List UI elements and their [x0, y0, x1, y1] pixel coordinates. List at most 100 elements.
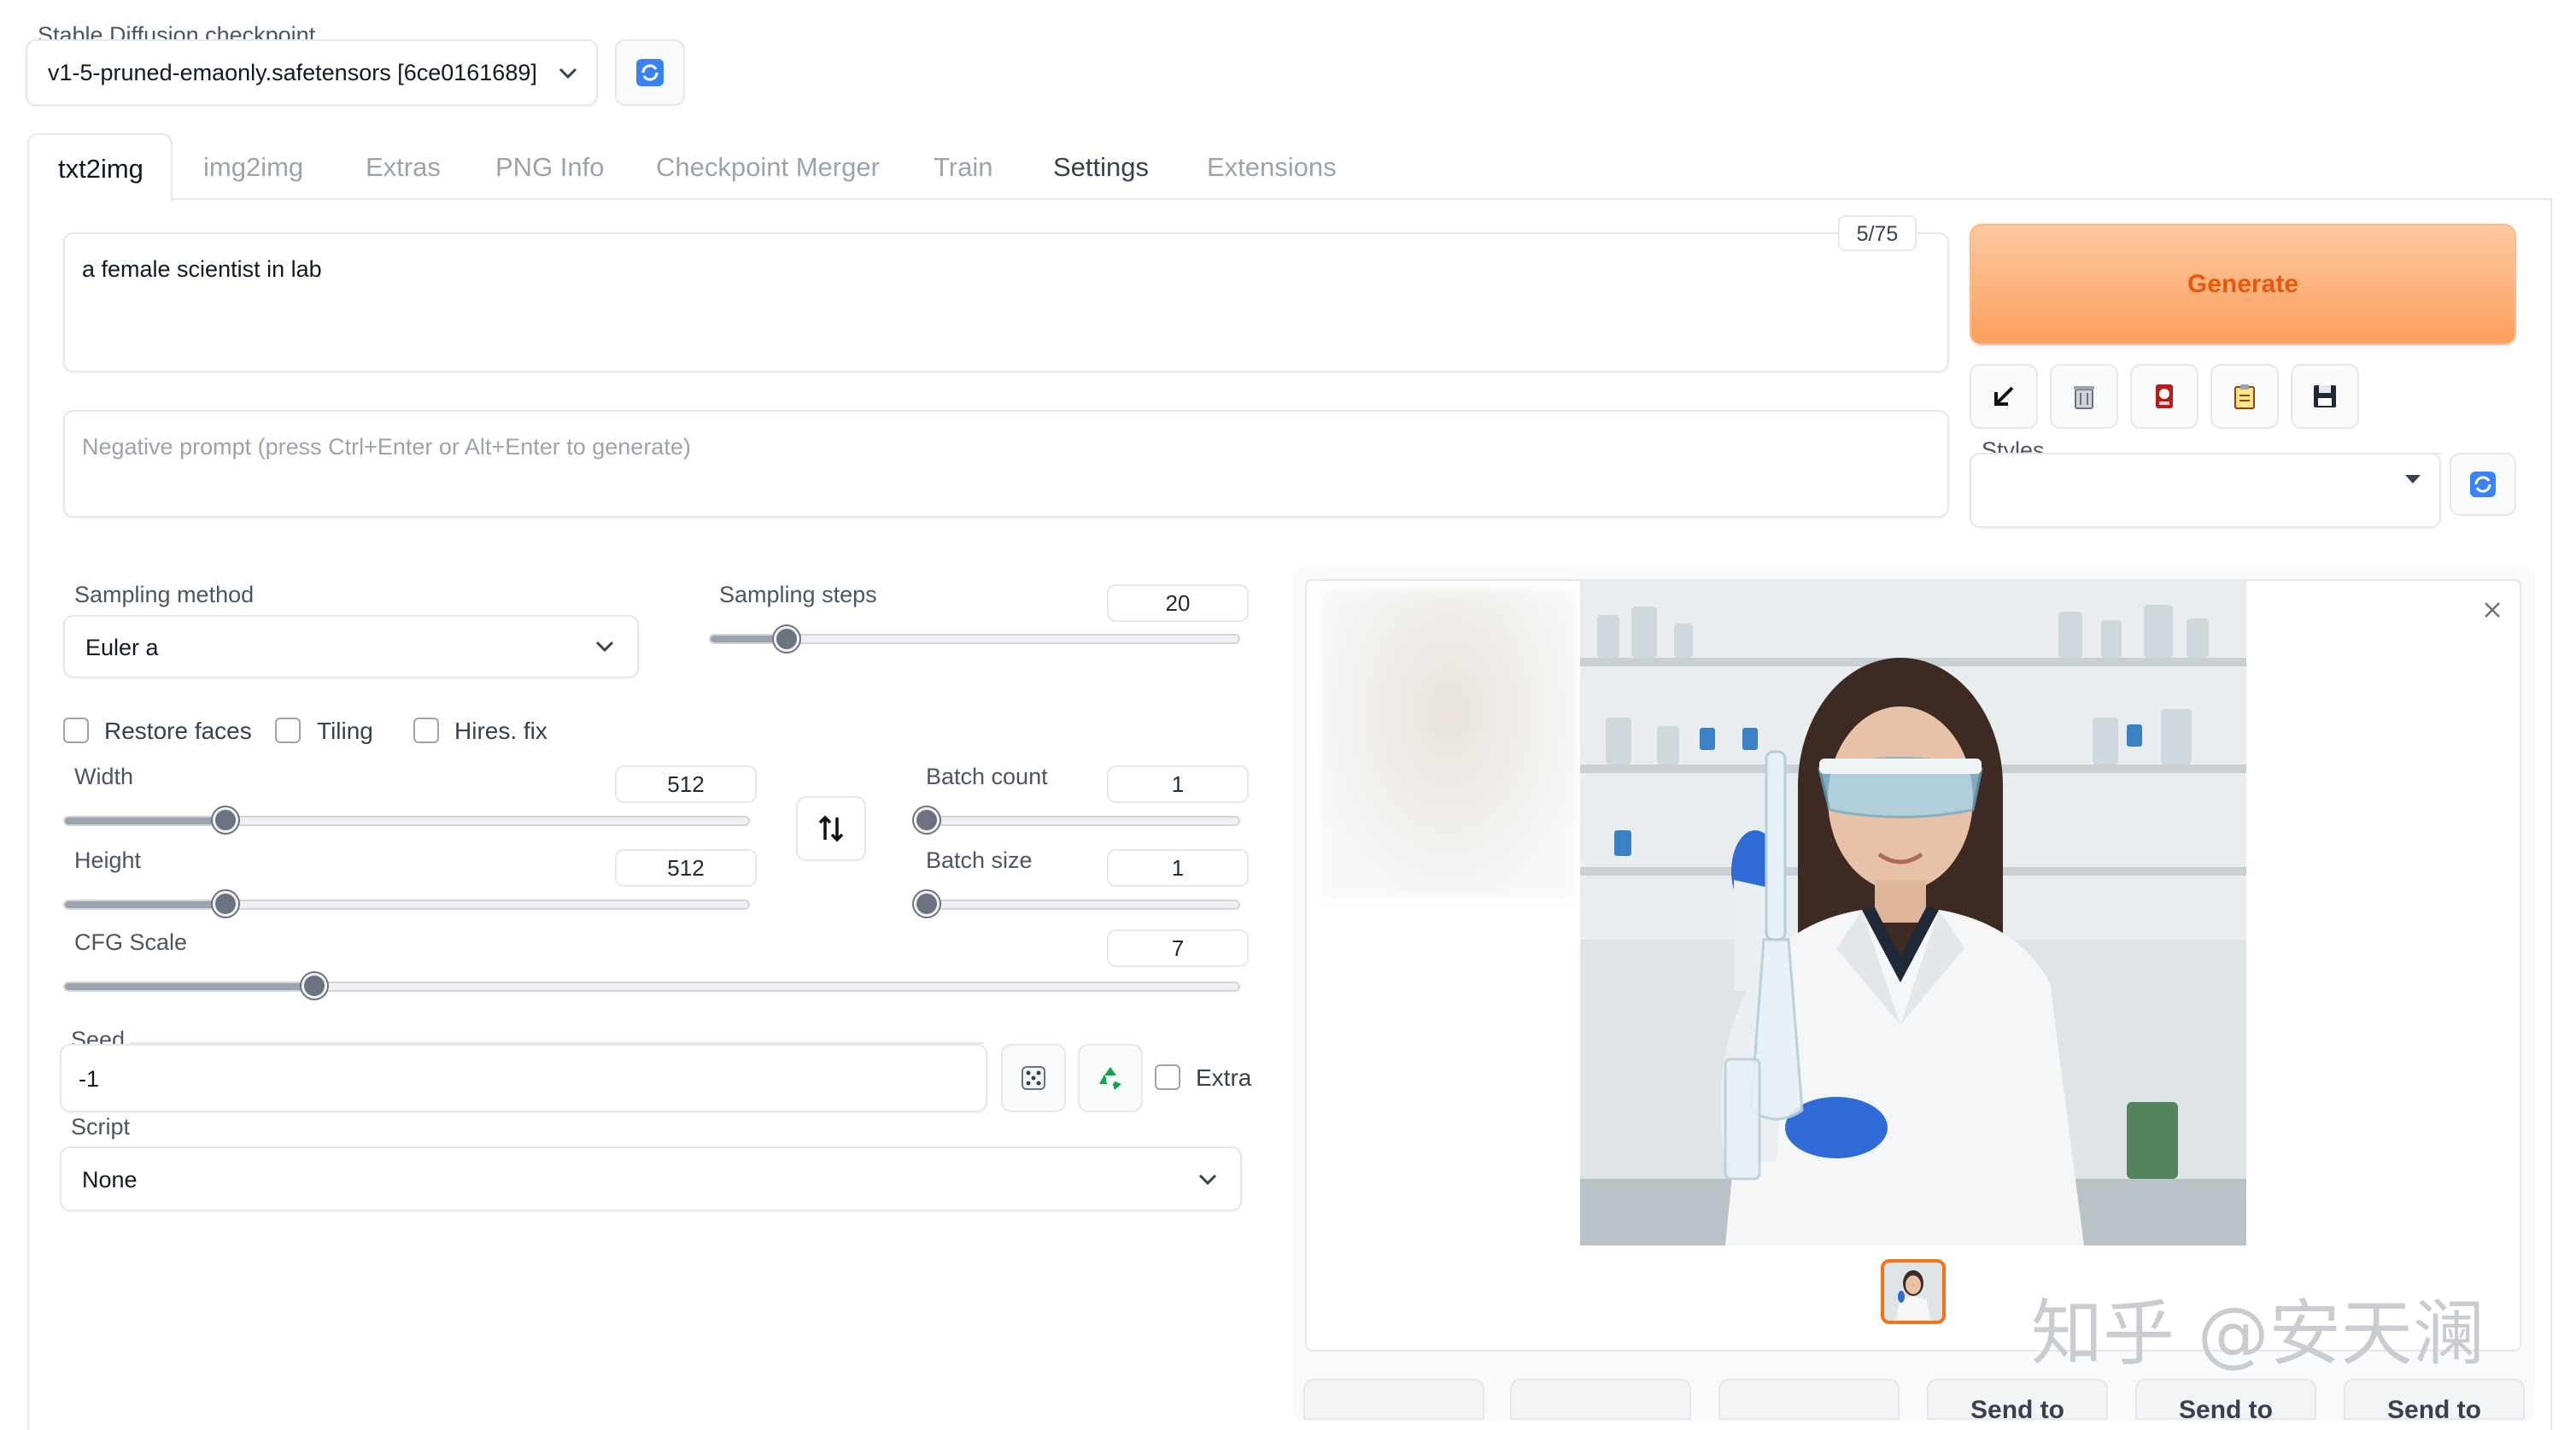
reuse-seed-button[interactable]: [1078, 1044, 1143, 1112]
tab-png-info[interactable]: PNG Info: [495, 152, 605, 183]
cfg-scale-thumb[interactable]: [302, 973, 327, 999]
refresh-icon: [2470, 472, 2496, 497]
hires-fix-checkbox[interactable]: [413, 718, 439, 743]
tab-checkpoint-merger[interactable]: Checkpoint Merger: [656, 152, 880, 183]
recycle-icon: [1099, 1067, 1121, 1090]
sampling-steps-label: Sampling steps: [719, 582, 877, 607]
batch-size-slider[interactable]: [916, 900, 1240, 910]
clipboard-icon: [2234, 384, 2255, 409]
caret-down-icon: [2405, 475, 2421, 484]
gallery-thumbnail[interactable]: [1881, 1259, 1946, 1324]
batch-count-input[interactable]: 1: [1107, 765, 1249, 803]
generate-button[interactable]: Generate: [1970, 224, 2516, 345]
width-thumb[interactable]: [213, 807, 238, 833]
batch-size-thumb[interactable]: [914, 891, 940, 917]
chevron-down-icon: [595, 641, 614, 653]
sampling-steps-thumb[interactable]: [774, 626, 799, 652]
refresh-checkpoint-button[interactable]: [615, 39, 685, 106]
checkpoint-dropdown[interactable]: v1-5-pruned-emaonly.safetensors [6ce0161…: [26, 39, 598, 106]
height-input[interactable]: 512: [615, 849, 757, 887]
tab-img2img[interactable]: img2img: [203, 152, 303, 183]
script-value: None: [82, 1167, 138, 1193]
tab-train[interactable]: Train: [934, 152, 992, 183]
batch-count-slider[interactable]: [916, 816, 1240, 826]
chevron-down-icon: [559, 67, 577, 79]
cfg-scale-slider[interactable]: [63, 982, 1240, 992]
sampling-method-dropdown[interactable]: Euler a: [63, 615, 639, 678]
tiling-label: Tiling: [317, 718, 373, 744]
swap-dimensions-button[interactable]: [796, 796, 866, 861]
dice-icon: [1022, 1066, 1045, 1090]
watermark-text: 知乎 @安天澜: [2031, 1292, 2485, 1375]
slider-fill: [65, 818, 227, 824]
batch-size-input[interactable]: 1: [1107, 849, 1249, 887]
generated-image[interactable]: [1580, 581, 2246, 1245]
batch-size-label: Batch size: [926, 847, 1033, 873]
sampling-method-value: Euler a: [85, 635, 159, 660]
apply-style-button[interactable]: [2210, 364, 2279, 429]
tab-label: txt2img: [58, 154, 143, 184]
refresh-styles-button[interactable]: [2450, 453, 2516, 516]
action-button-1[interactable]: [1303, 1379, 1484, 1420]
action-button-2[interactable]: [1510, 1379, 1691, 1420]
trash-icon: [2074, 386, 2094, 409]
slider-fill: [711, 636, 776, 642]
batch-count-thumb[interactable]: [914, 807, 940, 833]
slider-fill: [65, 901, 227, 908]
prompt-text: a female scientist in lab: [82, 256, 322, 282]
tiling-checkbox[interactable]: [275, 718, 301, 743]
refresh-icon: [636, 59, 664, 86]
seed-value: -1: [79, 1066, 100, 1092]
clear-prompt-button[interactable]: [2050, 364, 2118, 429]
floppy-disk-icon: [2314, 385, 2336, 407]
restore-faces-label: Restore faces: [104, 718, 252, 744]
prompt-textarea[interactable]: a female scientist in lab: [63, 232, 1949, 372]
send-to-inpaint-button[interactable]: Send to: [2135, 1379, 2316, 1424]
token-counter: 5/75: [1838, 215, 1917, 251]
close-icon[interactable]: [2482, 600, 2503, 620]
save-style-button[interactable]: [2291, 364, 2359, 429]
blurred-preview-image: [1320, 589, 1577, 897]
cfg-scale-label: CFG Scale: [74, 929, 188, 955]
script-label: Script: [71, 1114, 131, 1140]
send-to-label: Send to: [1970, 1396, 2064, 1424]
restore-faces-checkbox[interactable]: [63, 718, 89, 743]
tab-txt2img[interactable]: txt2img: [27, 133, 173, 202]
tab-settings[interactable]: Settings: [1053, 152, 1149, 183]
styles-dropdown[interactable]: [1970, 453, 2441, 528]
extra-seed-checkbox[interactable]: [1155, 1064, 1180, 1090]
random-seed-button[interactable]: [1001, 1044, 1066, 1112]
height-thumb[interactable]: [213, 891, 238, 917]
negative-prompt-textarea[interactable]: Negative prompt (press Ctrl+Enter or Alt…: [63, 410, 1949, 518]
width-input[interactable]: 512: [615, 765, 757, 803]
extra-networks-button[interactable]: [2130, 364, 2198, 429]
script-dropdown[interactable]: None: [60, 1146, 1242, 1211]
width-label: Width: [74, 764, 134, 789]
send-to-label: Send to: [2179, 1396, 2273, 1424]
swap-vertical-icon: [818, 815, 844, 842]
checkpoint-value: v1-5-pruned-emaonly.safetensors [6ce0161…: [48, 60, 537, 85]
generate-label: Generate: [2187, 270, 2299, 298]
tab-extensions[interactable]: Extensions: [1207, 152, 1337, 183]
height-slider[interactable]: [63, 900, 750, 910]
sampling-steps-input[interactable]: 20: [1107, 584, 1249, 622]
hires-fix-label: Hires. fix: [454, 718, 547, 744]
lab-scientist-image: [1580, 581, 2246, 1245]
send-to-extras-button[interactable]: Send to: [2344, 1379, 2525, 1424]
card-icon: [2156, 384, 2173, 408]
seed-input[interactable]: -1: [60, 1044, 987, 1112]
send-to-img2img-button[interactable]: Send to: [1927, 1379, 2108, 1424]
tab-extras[interactable]: Extras: [366, 152, 441, 183]
action-button-3[interactable]: [1718, 1379, 1900, 1420]
height-label: Height: [74, 847, 142, 873]
negative-prompt-placeholder: Negative prompt (press Ctrl+Enter or Alt…: [82, 434, 691, 460]
send-to-label: Send to: [2387, 1396, 2481, 1424]
width-slider[interactable]: [63, 816, 750, 826]
sampling-method-label: Sampling method: [74, 582, 255, 607]
read-params-button[interactable]: [1970, 364, 2038, 429]
batch-count-label: Batch count: [926, 764, 1048, 789]
extra-seed-label: Extra: [1196, 1064, 1252, 1091]
arrow-down-left-icon: [1994, 386, 2014, 406]
cfg-scale-input[interactable]: 7: [1107, 929, 1249, 967]
chevron-down-icon: [1198, 1174, 1217, 1186]
